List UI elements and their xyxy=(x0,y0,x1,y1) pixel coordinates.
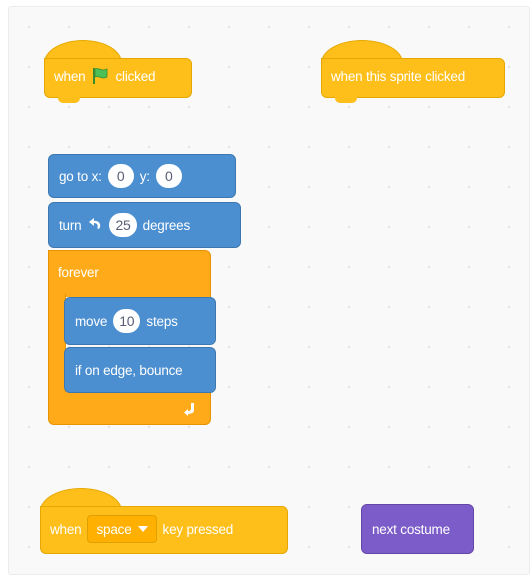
rotate-left-icon xyxy=(89,218,101,229)
sprite-clicked-label: when this sprite clicked xyxy=(331,68,466,84)
bounce-label: if on edge, bounce xyxy=(75,362,183,378)
forever-label: forever xyxy=(58,264,99,280)
key-pressed-label: key pressed xyxy=(162,521,234,537)
when-key-pressed-block[interactable]: when space key pressed xyxy=(40,488,288,554)
green-flag-icon xyxy=(93,68,108,84)
chevron-down-icon xyxy=(137,526,148,532)
key-dropdown-value: space xyxy=(96,521,132,537)
when-key-label: when xyxy=(50,521,82,537)
steps-label: steps xyxy=(146,313,178,329)
go-to-xy-block[interactable]: go to x: 0 y: 0 xyxy=(48,154,236,198)
degrees-input[interactable]: 25 xyxy=(109,213,137,237)
x-input[interactable]: 0 xyxy=(107,164,134,188)
degrees-label: degrees xyxy=(142,217,191,233)
if-on-edge-bounce-block[interactable]: if on edge, bounce xyxy=(64,347,216,393)
turn-degrees-block[interactable]: turn 25 degrees xyxy=(48,202,241,248)
y-label: y: xyxy=(139,168,150,184)
key-dropdown[interactable]: space xyxy=(87,515,157,543)
steps-input[interactable]: 10 xyxy=(113,309,141,333)
next-costume-label: next costume xyxy=(372,521,450,537)
go-to-x-label: go to x: xyxy=(59,168,102,184)
loop-arrow-icon xyxy=(184,403,194,416)
when-label: when xyxy=(54,68,86,84)
turn-label: turn xyxy=(59,217,82,233)
move-label: move xyxy=(75,313,108,329)
move-steps-block[interactable]: move 10 steps xyxy=(64,297,216,345)
when-this-sprite-clicked-block[interactable]: when this sprite clicked xyxy=(321,40,505,103)
next-costume-block[interactable]: next costume xyxy=(361,504,474,554)
y-input[interactable]: 0 xyxy=(155,164,182,188)
when-flag-clicked-block[interactable]: when clicked xyxy=(44,40,192,103)
clicked-label: clicked xyxy=(115,68,156,84)
